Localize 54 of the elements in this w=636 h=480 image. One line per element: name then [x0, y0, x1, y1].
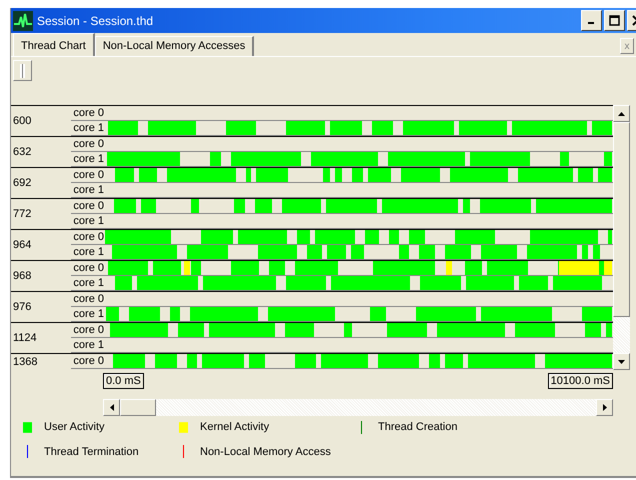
maximize-icon	[609, 15, 620, 26]
core-label: core 1	[72, 214, 104, 228]
time-label: 10100.0 mS	[548, 373, 613, 389]
core-label: core 0	[72, 354, 104, 368]
thread-id: 964	[13, 238, 32, 253]
core-label: core 0	[72, 137, 104, 151]
legend-label: User Activity	[44, 420, 105, 435]
core-label: core 0	[72, 168, 104, 182]
up-arrow-icon	[618, 112, 625, 116]
legend-label: Thread Creation	[378, 420, 458, 435]
thread-id: 632	[13, 144, 32, 160]
thread-id: 976	[13, 300, 32, 315]
scroll-thumb[interactable]	[120, 399, 156, 416]
app-icon	[13, 10, 33, 30]
scroll-thumb[interactable]	[613, 122, 630, 317]
legend-label: Thread Termination	[44, 444, 139, 460]
tab[interactable]: Thread Chart	[13, 33, 95, 56]
thread-id: 1124	[13, 330, 37, 346]
core-label: core 0	[72, 323, 104, 337]
core-label: core 0	[72, 199, 104, 213]
core-label: core 1	[72, 307, 104, 321]
time-label: 0.0 mS	[103, 373, 144, 389]
core-label: core 1	[72, 183, 104, 197]
scroll-down-button[interactable]	[613, 353, 630, 370]
horizontal-scrollbar[interactable]	[103, 399, 613, 416]
core-label: core 1	[72, 152, 104, 166]
core-label: core 1	[72, 121, 104, 135]
scroll-right-button[interactable]	[596, 399, 613, 416]
core-label: core 0	[72, 261, 104, 275]
left-arrow-icon	[110, 404, 114, 411]
legend-label: Non-Local Memory Access	[200, 444, 331, 460]
right-arrow-icon	[602, 404, 606, 411]
core-label: core 1	[72, 245, 104, 259]
thread-id: 692	[13, 176, 32, 191]
grip-icon	[20, 64, 25, 78]
core-label: core 0	[72, 230, 104, 244]
legend-label: Kernel Activity	[200, 420, 270, 435]
thread-id: 1368	[13, 355, 38, 370]
down-arrow-icon	[618, 360, 625, 364]
window-title: Session - Session.thd	[37, 12, 154, 30]
thread-id: 600	[13, 114, 32, 129]
scroll-left-button[interactable]	[103, 399, 120, 416]
thread-id: 772	[13, 206, 32, 222]
minimize-button[interactable]	[581, 10, 602, 31]
maximize-button[interactable]	[604, 10, 625, 31]
vertical-scrollbar[interactable]	[613, 105, 630, 370]
core-label: core 1	[72, 276, 104, 290]
toolbar-button[interactable]	[13, 60, 32, 81]
scroll-up-button[interactable]	[613, 105, 630, 122]
tab[interactable]: Non-Local Memory Accesses	[94, 36, 254, 56]
core-label: core 1	[72, 338, 104, 352]
core-label: core 0	[72, 106, 104, 120]
core-label: core 0	[72, 292, 104, 306]
thread-id: 968	[13, 268, 32, 284]
